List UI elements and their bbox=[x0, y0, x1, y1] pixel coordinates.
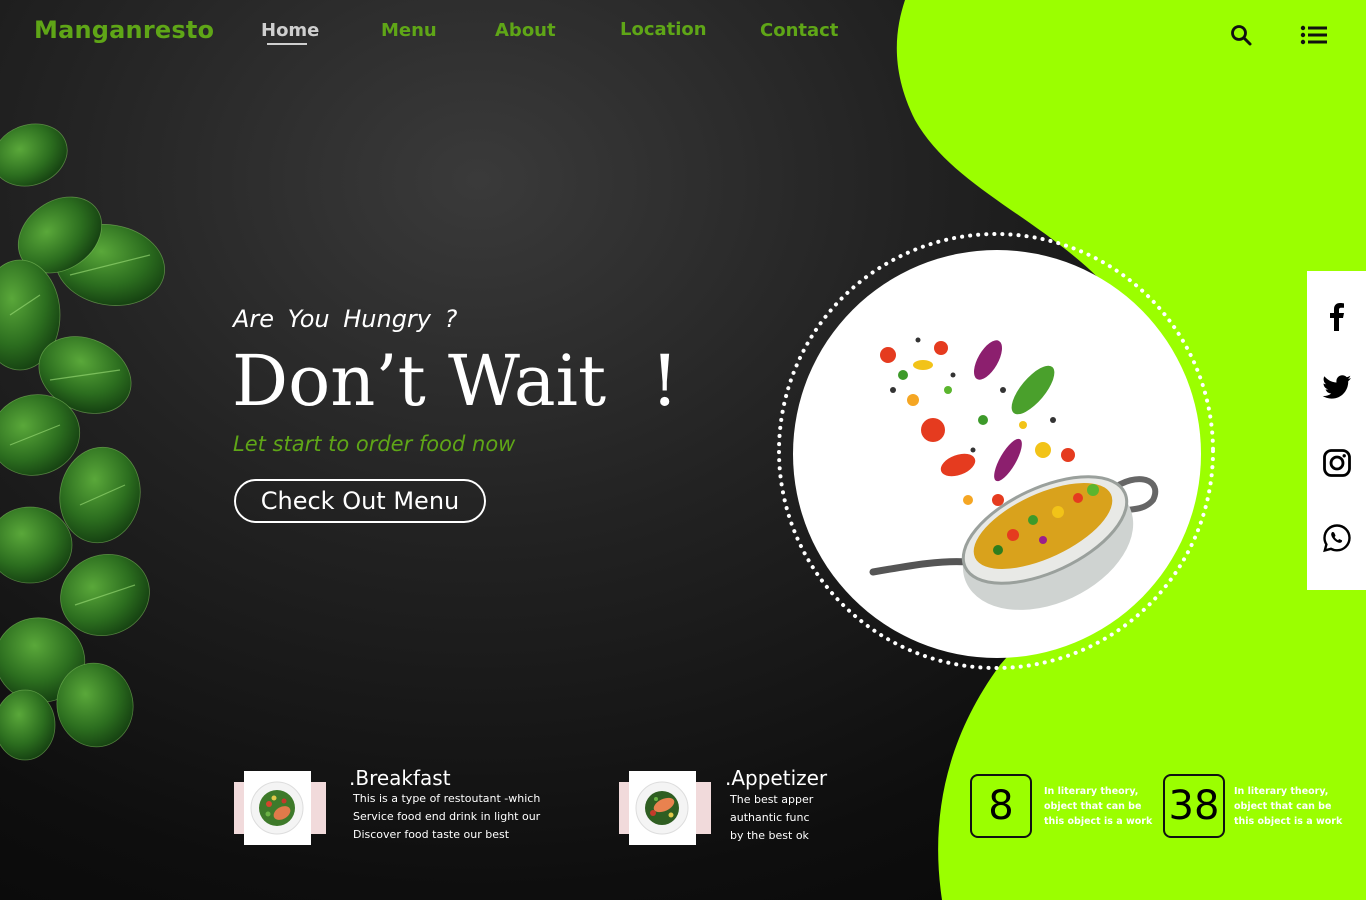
pan-with-vegetables-image bbox=[869, 337, 1159, 610]
breakfast-description: This is a type of restoutant -which Serv… bbox=[353, 790, 573, 844]
appetizer-desc-line: by the best ok bbox=[730, 829, 809, 842]
list-menu-icon[interactable] bbox=[1300, 24, 1328, 46]
brand-logo[interactable]: Manganresto bbox=[34, 16, 214, 44]
appetizer-thumb[interactable] bbox=[629, 771, 696, 845]
nav-home[interactable]: Home bbox=[261, 20, 319, 41]
hero-kicker: Are You Hungry ? bbox=[233, 305, 458, 333]
hero-subtitle: Let start to order food now bbox=[233, 432, 516, 456]
stat-desc-line: In literary theory, bbox=[1044, 786, 1139, 797]
appetizer-dish-image bbox=[635, 781, 689, 835]
nav-about[interactable]: About bbox=[495, 20, 556, 41]
instagram-icon[interactable] bbox=[1321, 447, 1353, 479]
facebook-icon[interactable] bbox=[1321, 301, 1353, 333]
nav-contact[interactable]: Contact bbox=[760, 20, 838, 41]
check-out-menu-button[interactable]: Check Out Menu bbox=[234, 479, 486, 523]
appetizer-desc-line: authantic func bbox=[730, 811, 810, 824]
appetizer-description: The best apper authantic func by the bes… bbox=[730, 791, 950, 845]
nav-menu[interactable]: Menu bbox=[381, 20, 437, 41]
breakfast-title[interactable]: .Breakfast bbox=[349, 766, 451, 790]
stat-desc-line: object that can be bbox=[1044, 801, 1142, 812]
stat-desc-line: this object is a work bbox=[1234, 816, 1343, 827]
whatsapp-icon[interactable] bbox=[1321, 522, 1353, 554]
stat-description: In literary theory, object that can be t… bbox=[1044, 784, 1164, 829]
stat-description: In literary theory, object that can be t… bbox=[1234, 784, 1354, 829]
breakfast-desc-line: Discover food taste our best bbox=[353, 828, 510, 841]
twitter-icon[interactable] bbox=[1321, 371, 1353, 403]
hero-title: Don’t Wait ! bbox=[232, 340, 679, 422]
nav-active-underline bbox=[267, 43, 307, 45]
social-sidebar bbox=[1307, 271, 1366, 590]
appetizer-title[interactable]: .Appetizer bbox=[725, 766, 827, 790]
breakfast-desc-line: Service food end drink in light our bbox=[353, 810, 541, 823]
spinach-leaves-image bbox=[0, 123, 166, 761]
search-icon[interactable] bbox=[1229, 23, 1253, 47]
appetizer-desc-line: The best apper bbox=[730, 793, 814, 806]
stat-value-box: 38 bbox=[1163, 774, 1225, 838]
breakfast-desc-line: This is a type of restoutant -which bbox=[353, 792, 541, 805]
stat-value-box: 8 bbox=[970, 774, 1032, 838]
stat-desc-line: this object is a work bbox=[1044, 816, 1153, 827]
page-background: Manganresto Home Menu About Location Con… bbox=[0, 0, 1366, 900]
salad-dish-image bbox=[250, 781, 304, 835]
food-plate bbox=[793, 250, 1201, 658]
stat-desc-line: object that can be bbox=[1234, 801, 1332, 812]
nav-location[interactable]: Location bbox=[620, 19, 707, 40]
stat-desc-line: In literary theory, bbox=[1234, 786, 1329, 797]
breakfast-thumb[interactable] bbox=[244, 771, 311, 845]
